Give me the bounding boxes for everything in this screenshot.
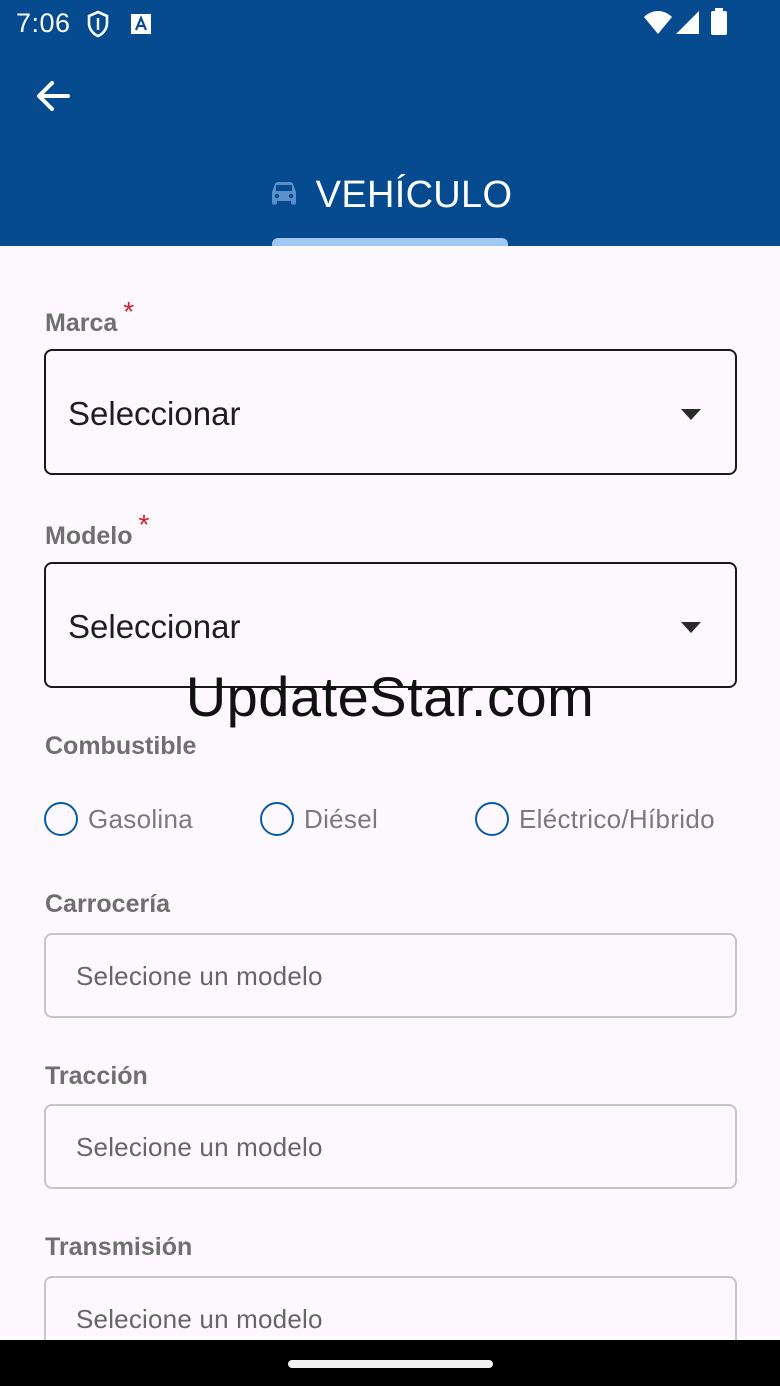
modelo-value: Seleccionar xyxy=(68,608,241,645)
carroceria-value: Selecione un modelo xyxy=(76,961,323,991)
radio-circle[interactable] xyxy=(475,802,509,836)
chevron-down-icon xyxy=(681,621,701,639)
signal-icon xyxy=(674,10,700,41)
radio-label: Diésel xyxy=(304,803,379,834)
radio-label: Gasolina xyxy=(88,803,194,834)
radio-circle[interactable] xyxy=(44,802,78,836)
home-gesture-handle[interactable] xyxy=(288,1360,493,1368)
carroceria-field[interactable]: Selecione un modelo xyxy=(44,933,737,1018)
transmision-value: Selecione un modelo xyxy=(76,1304,323,1334)
radio-gasolina[interactable]: Gasolina xyxy=(44,801,193,837)
modelo-label: Modelo * xyxy=(45,509,150,550)
app-header: 7:06 VEHÍCULO xyxy=(0,0,780,246)
marca-label: Marca * xyxy=(45,296,135,337)
tab-label: VEHÍCULO xyxy=(315,174,513,216)
combustible-label: Combustible xyxy=(45,732,197,760)
arrow-left-icon xyxy=(35,80,71,117)
transmision-label: Transmisión xyxy=(45,1233,193,1261)
carroceria-label: Carrocería xyxy=(45,890,171,918)
font-icon xyxy=(130,13,152,40)
marca-value: Seleccionar xyxy=(68,395,241,432)
radio-circle[interactable] xyxy=(260,802,294,836)
traccion-value: Selecione un modelo xyxy=(76,1132,323,1162)
shield-icon xyxy=(86,10,110,43)
tab-vehiculo[interactable]: VEHÍCULO xyxy=(271,160,512,246)
traccion-label: Tracción xyxy=(45,1062,148,1090)
back-button[interactable] xyxy=(28,76,78,120)
radio-electrico-hibrido[interactable]: Eléctrico/Híbrido xyxy=(475,801,715,837)
car-icon xyxy=(268,179,300,212)
wifi-icon xyxy=(643,10,673,41)
watermark: UpdateStar.com xyxy=(185,665,595,728)
system-nav-bar xyxy=(0,1340,780,1386)
tab-indicator xyxy=(272,238,508,246)
radio-label: Eléctrico/Híbrido xyxy=(519,803,715,834)
required-mark: * xyxy=(138,509,150,540)
status-bar: 7:06 xyxy=(0,0,780,48)
battery-icon xyxy=(710,8,728,41)
radio-diesel[interactable]: Diésel xyxy=(260,801,378,837)
required-mark: * xyxy=(123,296,135,327)
chevron-down-icon xyxy=(681,408,701,426)
traccion-field[interactable]: Selecione un modelo xyxy=(44,1104,737,1189)
marca-dropdown[interactable]: Seleccionar xyxy=(44,349,737,475)
status-time: 7:06 xyxy=(16,8,71,38)
